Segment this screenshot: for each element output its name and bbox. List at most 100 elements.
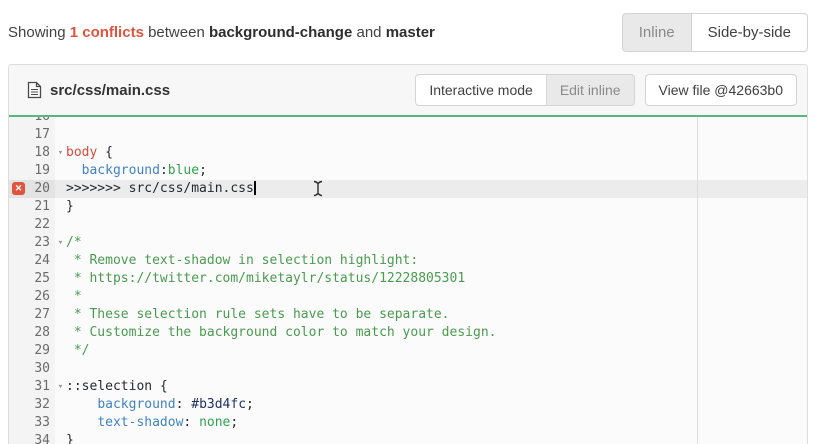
fold-arrow-icon[interactable]: ▾ bbox=[55, 378, 66, 396]
line-number: 25 bbox=[9, 270, 55, 288]
line-number: 33 bbox=[9, 414, 55, 432]
code-text: * https://twitter.com/miketaylr/status/1… bbox=[66, 270, 465, 288]
code-text: * bbox=[66, 288, 82, 306]
line-number: 34 bbox=[9, 432, 55, 444]
code-text: background:blue; bbox=[66, 162, 207, 180]
code-line-28[interactable]: 28 * Customize the background color to m… bbox=[9, 324, 807, 342]
line-number: 16 bbox=[9, 117, 55, 126]
target-branch: master bbox=[386, 24, 435, 41]
code-line-18[interactable]: 18▾body { bbox=[9, 144, 807, 162]
file-title: src/css/main.css bbox=[27, 81, 170, 99]
summary-between: between bbox=[144, 24, 209, 41]
line-number: 31 bbox=[9, 378, 55, 396]
line-number: 24 bbox=[9, 252, 55, 270]
code-line-24[interactable]: 24 * Remove text-shadow in selection hig… bbox=[9, 252, 807, 270]
fold-gutter bbox=[55, 288, 66, 306]
file-name: src/css/main.css bbox=[50, 82, 170, 99]
code-lines: 161718▾body {19 background:blue;20✕>>>>>… bbox=[9, 117, 807, 444]
fold-gutter bbox=[55, 360, 66, 378]
line-number: 28 bbox=[9, 324, 55, 342]
view-mode-toggle: Inline Side-by-side bbox=[622, 13, 808, 52]
conflict-file-panel: src/css/main.css Interactive mode Edit i… bbox=[8, 64, 808, 444]
fold-gutter bbox=[55, 252, 66, 270]
file-icon bbox=[27, 81, 42, 99]
line-number: 23 bbox=[9, 234, 55, 252]
code-text: /* bbox=[66, 234, 82, 252]
line-number: 22 bbox=[9, 216, 55, 234]
code-text: text-shadow: none; bbox=[66, 414, 238, 432]
fold-gutter bbox=[55, 162, 66, 180]
fold-gutter bbox=[55, 414, 66, 432]
line-number: 29 bbox=[9, 342, 55, 360]
line-number: 26 bbox=[9, 288, 55, 306]
code-line-27[interactable]: 27 * These selection rule sets have to b… bbox=[9, 306, 807, 324]
line-number: 30 bbox=[9, 360, 55, 378]
interactive-mode-button[interactable]: Interactive mode bbox=[415, 74, 547, 106]
fold-gutter bbox=[55, 432, 66, 444]
fold-gutter bbox=[55, 180, 66, 198]
edit-mode-toggle: Interactive mode Edit inline bbox=[415, 74, 634, 106]
merge-conflicts-screen: Showing 1 conflicts between background-c… bbox=[0, 0, 816, 444]
line-number: 27 bbox=[9, 306, 55, 324]
code-text: body { bbox=[66, 144, 113, 162]
fold-gutter bbox=[55, 270, 66, 288]
code-line-23[interactable]: 23▾/* bbox=[9, 234, 807, 252]
side-by-side-view-button[interactable]: Side-by-side bbox=[691, 13, 808, 52]
edit-inline-button[interactable]: Edit inline bbox=[546, 74, 635, 106]
fold-gutter bbox=[55, 342, 66, 360]
line-number: 19 bbox=[9, 162, 55, 180]
fold-gutter bbox=[55, 306, 66, 324]
conflicts-header-bar: Showing 1 conflicts between background-c… bbox=[0, 0, 816, 64]
line-number: 17 bbox=[9, 126, 55, 144]
code-line-22[interactable]: 22 bbox=[9, 216, 807, 234]
line-number: 21 bbox=[9, 198, 55, 216]
code-line-33[interactable]: 33 text-shadow: none; bbox=[9, 414, 807, 432]
code-line-21[interactable]: 21} bbox=[9, 198, 807, 216]
mouse-ibeam-cursor-icon bbox=[312, 180, 324, 203]
code-text: >>>>>>> src/css/main.css bbox=[66, 180, 256, 198]
fold-gutter bbox=[55, 198, 66, 216]
code-line-16[interactable]: 16 bbox=[9, 117, 807, 126]
code-text: } bbox=[66, 432, 74, 444]
fold-gutter bbox=[55, 396, 66, 414]
code-line-20[interactable]: 20✕ >>>>>>> src/css/main.css bbox=[9, 180, 807, 198]
line-number: 32 bbox=[9, 396, 55, 414]
column-ruler bbox=[697, 117, 698, 444]
file-header: src/css/main.css Interactive mode Edit i… bbox=[9, 65, 807, 115]
code-line-34[interactable]: 34} bbox=[9, 432, 807, 444]
code-text: * Remove text-shadow in selection highli… bbox=[66, 252, 418, 270]
code-text: ::selection { bbox=[66, 378, 168, 396]
code-text: } bbox=[66, 198, 74, 216]
source-branch: background-change bbox=[209, 24, 352, 41]
summary-and: and bbox=[352, 24, 385, 41]
conflict-error-icon: ✕ bbox=[12, 182, 25, 195]
inline-view-button[interactable]: Inline bbox=[622, 13, 692, 52]
code-text: * Customize the background color to matc… bbox=[66, 324, 496, 342]
code-line-30[interactable]: 30 bbox=[9, 360, 807, 378]
fold-gutter bbox=[55, 216, 66, 234]
code-text: background: #b3d4fc; bbox=[66, 396, 254, 414]
conflict-summary: Showing 1 conflicts between background-c… bbox=[8, 24, 435, 41]
line-number: 20✕ bbox=[9, 180, 55, 198]
file-actions: Interactive mode Edit inline View file @… bbox=[415, 74, 797, 106]
fold-gutter bbox=[55, 324, 66, 342]
code-line-29[interactable]: 29 */ bbox=[9, 342, 807, 360]
code-editor[interactable]: 161718▾body {19 background:blue;20✕>>>>>… bbox=[9, 117, 807, 444]
code-line-25[interactable]: 25 * https://twitter.com/miketaylr/statu… bbox=[9, 270, 807, 288]
fold-gutter bbox=[55, 117, 66, 126]
fold-arrow-icon[interactable]: ▾ bbox=[55, 144, 66, 162]
code-text: * These selection rule sets have to be s… bbox=[66, 306, 450, 324]
fold-arrow-icon[interactable]: ▾ bbox=[55, 234, 66, 252]
code-line-32[interactable]: 32 background: #b3d4fc; bbox=[9, 396, 807, 414]
text-caret bbox=[254, 181, 256, 195]
summary-prefix: Showing bbox=[8, 24, 70, 41]
code-line-19[interactable]: 19 background:blue; bbox=[9, 162, 807, 180]
code-line-31[interactable]: 31▾::selection { bbox=[9, 378, 807, 396]
code-line-26[interactable]: 26 * bbox=[9, 288, 807, 306]
code-line-17[interactable]: 17 bbox=[9, 126, 807, 144]
conflict-count: 1 conflicts bbox=[70, 24, 144, 41]
view-file-button[interactable]: View file @42663b0 bbox=[645, 74, 797, 106]
line-number: 18 bbox=[9, 144, 55, 162]
fold-gutter bbox=[55, 126, 66, 144]
code-text: */ bbox=[66, 342, 89, 360]
